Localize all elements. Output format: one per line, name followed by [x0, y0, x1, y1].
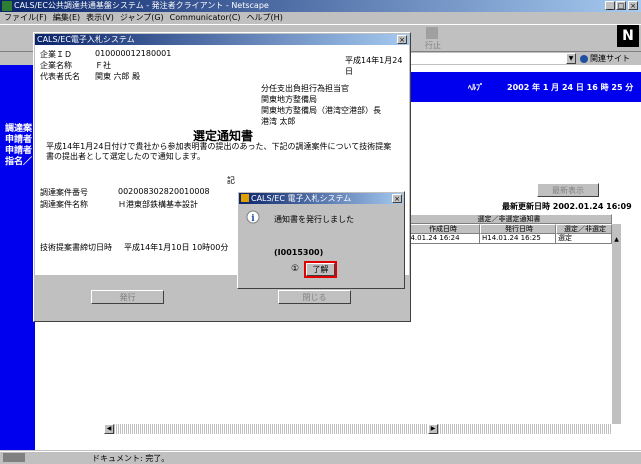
alert-dialog: CALS/EC 電子入札システム × i 通知書を発行しました (I001530…	[237, 191, 405, 289]
case-number: 002008302820010008	[118, 187, 210, 196]
status-text: ドキュメント: 完了。	[92, 454, 170, 463]
case-name: Ｈ港東部鉄構基本設計	[118, 200, 198, 209]
representative-label: 代表者氏名	[40, 72, 80, 81]
ok-button[interactable]: 了解	[306, 263, 335, 276]
menu-go[interactable]: ジャンプ(G)	[120, 12, 164, 24]
deadline-label: 技術提案書締切日時	[40, 243, 112, 252]
security-icon[interactable]	[3, 453, 25, 462]
sender-line: 港湾 太郎	[261, 117, 296, 126]
stop-icon[interactable]	[423, 26, 441, 40]
body-line: 書の提出者として選定したので通知します。	[46, 152, 205, 161]
sidebar-label: 指名／	[5, 157, 33, 167]
company-id-label: 企業ＩＤ	[40, 50, 72, 59]
alert-close-icon[interactable]: ×	[392, 194, 402, 203]
company-id: 010000012180001	[95, 49, 172, 58]
company-name-label: 企業名称	[40, 61, 72, 70]
alert-code: (I0015300)	[274, 248, 324, 257]
notice-window-title-bar: CALS/EC電子入札システム	[35, 34, 409, 45]
reload-button[interactable]: 最新表示	[537, 183, 599, 197]
company-name: Ｆ社	[95, 61, 111, 70]
ki-mark: 記	[227, 176, 235, 185]
sender-line: 関東地方整備局	[261, 95, 317, 104]
table-vscroll[interactable]	[612, 224, 621, 424]
table-title: 選定／非選定通知書	[404, 214, 612, 224]
menu-view[interactable]: 表示(V)	[86, 12, 114, 24]
case-number-label: 調達案件番号	[40, 188, 88, 197]
netscape-logo-icon: N	[617, 25, 639, 47]
sidebar-label: 申請者	[5, 135, 33, 145]
help-link[interactable]: ﾍﾙﾌﾟ	[468, 82, 484, 93]
svg-text:i: i	[251, 214, 255, 224]
notice-window-title: CALS/EC電子入札システム	[37, 35, 135, 44]
deadline: 平成14年1月10日 10時00分	[124, 243, 229, 252]
notice-date: 平成14年1月24日	[345, 56, 403, 76]
alert-title-bar: CALS/EC 電子入札システム	[239, 193, 403, 204]
menu-communicator[interactable]: Communicator(C)	[170, 12, 241, 24]
related-sites-button[interactable]: 関連サイト	[580, 53, 640, 64]
table-row[interactable]: 14.01.24 16:24	[404, 234, 480, 244]
table-row[interactable]: 選定	[556, 234, 612, 244]
menu-help[interactable]: ヘルプ(H)	[247, 12, 283, 24]
sidebar-labels: 調達案 申請者 申請者 指名／	[5, 124, 32, 168]
close-button[interactable]: 閉じる	[278, 290, 351, 304]
maximize-button[interactable]: □	[616, 1, 626, 10]
last-updated: 最新更新日時 2002.01.24 16:09	[502, 202, 632, 211]
scroll-up-icon[interactable]: ▲	[612, 236, 621, 243]
header-selection: 選定／非選定	[556, 224, 612, 234]
sidebar-label: 調達案	[5, 124, 33, 134]
left-hscroll[interactable]	[104, 424, 438, 434]
left-sidebar	[0, 65, 35, 450]
representative: 関東 六郎 殿	[95, 72, 141, 81]
info-icon: i	[246, 210, 260, 224]
close-browser-button[interactable]: ×	[628, 1, 638, 10]
sender-line: 関東地方整備局（港湾空港部）長	[261, 106, 381, 115]
related-sites-icon	[580, 54, 588, 63]
scroll-right-icon[interactable]: ▶	[428, 424, 438, 434]
location-input[interactable]	[410, 53, 576, 64]
sender-line: 分任支出負担行為担当官	[261, 84, 349, 93]
minimize-button[interactable]: _	[605, 1, 615, 10]
body-line: 平成14年1月24日付けで貴社から参加表明書の提出のあった、下記の調達案件につい…	[46, 142, 392, 151]
alert-app-icon	[241, 194, 249, 202]
case-name-label: 調達案件名称	[40, 200, 88, 209]
alert-circle-icon: ①	[291, 264, 300, 274]
issue-button[interactable]: 発行	[91, 290, 164, 304]
sender-block: 分任支出負担行為担当官 関東地方整備局 関東地方整備局（港湾空港部）長 港湾 太…	[261, 83, 381, 127]
results-table: 選定／非選定通知書	[404, 214, 612, 224]
status-bar: ドキュメント: 完了。	[0, 451, 641, 463]
header-created: 作成日時	[404, 224, 480, 234]
menu-edit[interactable]: 編集(E)	[53, 12, 80, 24]
header-issued: 発行日時	[480, 224, 556, 234]
browser-title-bar: CALS/EC公共調達共通基盤システム - 発注者クライアント - Netsca…	[0, 0, 641, 12]
browser-title: CALS/EC公共調達共通基盤システム - 発注者クライアント - Netsca…	[14, 1, 269, 10]
current-datetime: 2002 年 1 月 24 日 16 時 25 分	[507, 83, 634, 92]
toolbar-stop-label: 行止	[425, 41, 441, 50]
netscape-icon	[2, 1, 12, 11]
right-hscroll[interactable]	[438, 424, 612, 434]
table-row[interactable]: H14.01.24 16:25	[480, 234, 556, 244]
sidebar-label: 申請者	[5, 146, 33, 156]
menu-bar: ファイル(F) 編集(E) 表示(V) ジャンプ(G) Communicator…	[0, 12, 641, 24]
notice-close-icon[interactable]: ×	[397, 35, 407, 44]
alert-title: CALS/EC 電子入札システム	[251, 194, 352, 203]
notice-body: 平成14年1月24日付けで貴社から参加表明書の提出のあった、下記の調達案件につい…	[46, 142, 391, 162]
location-dropdown-icon[interactable]: ▼	[566, 53, 576, 64]
menu-file[interactable]: ファイル(F)	[4, 12, 47, 24]
scroll-left-icon[interactable]: ◀	[104, 424, 114, 434]
alert-message: 通知書を発行しました	[274, 215, 354, 224]
related-sites-label: 関連サイト	[590, 54, 630, 63]
